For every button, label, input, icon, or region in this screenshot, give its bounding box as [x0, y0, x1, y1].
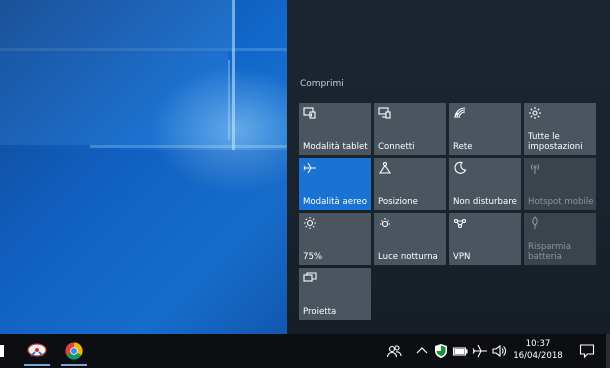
show-desktop-button[interactable]: [606, 334, 610, 368]
wallpaper-light-beam: [0, 48, 290, 51]
location-icon: [378, 161, 392, 175]
wallpaper-light-beam: [90, 145, 290, 148]
tablet-mode-icon: [303, 106, 317, 120]
settings-icon: [528, 106, 542, 120]
airplane-icon: [303, 161, 317, 175]
network-icon: [453, 106, 467, 120]
quick-action-connect[interactable]: Connetti: [374, 103, 446, 155]
quick-action-tablet-mode[interactable]: Modalità tablet: [299, 103, 371, 155]
quick-action-night-light[interactable]: Luce notturna: [374, 213, 446, 265]
wallpaper-light-beam: [232, 0, 235, 150]
night-light-icon: [378, 216, 392, 230]
running-indicator: [24, 364, 50, 366]
connect-icon: [378, 106, 392, 120]
quick-action-mobile-hotspot[interactable]: Hotspot mobile: [524, 158, 596, 210]
action-center-button[interactable]: [570, 334, 604, 368]
chevron-up-icon[interactable]: [414, 343, 430, 359]
vpn-icon: [453, 216, 467, 230]
action-center-panel: Comprimi Modalità tablet Connetti Rete T: [287, 0, 610, 334]
project-icon: [303, 271, 317, 285]
wallpaper-light-beam: [228, 60, 230, 140]
running-indicator: [61, 364, 87, 366]
app-icon-generic: [27, 342, 47, 360]
wallpaper-pane: [0, 0, 232, 48]
system-clock[interactable]: 10:37 16/04/2018: [510, 338, 566, 362]
taskbar-left-edge: [0, 345, 4, 357]
quick-action-vpn[interactable]: VPN: [449, 213, 521, 265]
hotspot-icon: [528, 161, 542, 175]
collapse-link[interactable]: Comprimi: [300, 79, 344, 89]
quick-action-quiet-hours[interactable]: Non disturbare: [449, 158, 521, 210]
taskbar-app-generic[interactable]: [20, 336, 54, 366]
chrome-icon: [65, 342, 83, 360]
taskbar-app-chrome[interactable]: [57, 336, 91, 366]
quick-action-all-settings[interactable]: Tutte le impostazioni: [524, 103, 596, 155]
clock-time: 10:37: [525, 339, 551, 349]
airplane-tray-icon[interactable]: [472, 343, 488, 359]
people-icon[interactable]: [386, 343, 402, 359]
brightness-icon: [303, 216, 317, 230]
quick-action-brightness[interactable]: 75%: [299, 213, 371, 265]
defender-shield-icon[interactable]: [433, 343, 449, 359]
action-center-icon: [579, 344, 595, 359]
wallpaper-pane: [0, 150, 290, 334]
quick-action-airplane-mode[interactable]: Modalità aereo: [299, 158, 371, 210]
quick-action-location[interactable]: Posizione: [374, 158, 446, 210]
wallpaper-pane: [0, 51, 228, 145]
quick-action-network[interactable]: Rete: [449, 103, 521, 155]
quick-action-project[interactable]: Proietta: [299, 268, 371, 320]
volume-icon[interactable]: [491, 343, 507, 359]
battery-icon[interactable]: [452, 343, 468, 359]
moon-icon: [453, 161, 467, 175]
clock-date: 16/04/2018: [513, 351, 563, 361]
battery-saver-icon: [528, 216, 542, 230]
quick-action-battery-saver[interactable]: Risparmia batteria: [524, 213, 596, 265]
